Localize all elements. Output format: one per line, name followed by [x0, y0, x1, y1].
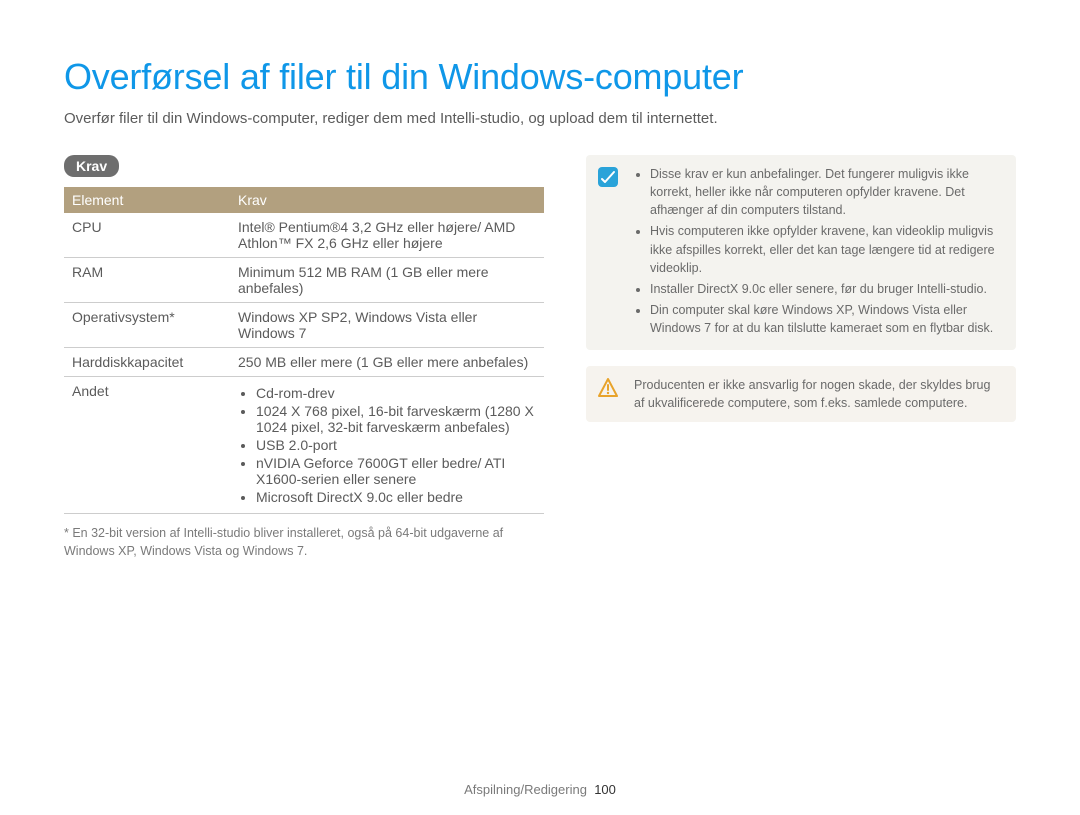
table-row: Harddiskkapacitet 250 MB eller mere (1 G…: [64, 348, 544, 377]
page-title: Overførsel af filer til din Windows-comp…: [64, 56, 1016, 98]
table-row: Andet Cd-rom-drev 1024 X 768 pixel, 16-b…: [64, 377, 544, 514]
cell-value: 250 MB eller mere (1 GB eller mere anbef…: [230, 348, 544, 377]
note-item: Installer DirectX 9.0c eller senere, før…: [650, 280, 1002, 298]
footer-page-number: 100: [594, 782, 616, 797]
cell-label: Andet: [64, 377, 230, 514]
warning-icon: [596, 376, 620, 400]
table-row: CPU Intel® Pentium®4 3,2 GHz eller højer…: [64, 213, 544, 258]
cell-value: Cd-rom-drev 1024 X 768 pixel, 16-bit far…: [230, 377, 544, 514]
page-footer: Afspilning/Redigering 100: [0, 782, 1080, 797]
list-item: 1024 X 768 pixel, 16-bit farveskærm (128…: [256, 403, 536, 435]
cell-value: Minimum 512 MB RAM (1 GB eller mere anbe…: [230, 258, 544, 303]
intro-text: Overfør filer til din Windows-computer, …: [64, 110, 1016, 127]
cell-value: Windows XP SP2, Windows Vista eller Wind…: [230, 303, 544, 348]
cell-value: Intel® Pentium®4 3,2 GHz eller højere/ A…: [230, 213, 544, 258]
table-header-krav: Krav: [230, 187, 544, 213]
list-item: Cd-rom-drev: [256, 385, 536, 401]
table-row: Operativsystem* Windows XP SP2, Windows …: [64, 303, 544, 348]
note-item: Disse krav er kun anbefalinger. Det fung…: [650, 165, 1002, 219]
cell-label: Harddiskkapacitet: [64, 348, 230, 377]
table-row: RAM Minimum 512 MB RAM (1 GB eller mere …: [64, 258, 544, 303]
cell-label: RAM: [64, 258, 230, 303]
cell-label: Operativsystem*: [64, 303, 230, 348]
list-item: nVIDIA Geforce 7600GT eller bedre/ ATI X…: [256, 455, 536, 487]
list-item: Microsoft DirectX 9.0c eller bedre: [256, 489, 536, 505]
table-footnote: * En 32-bit version af Intelli-studio bl…: [64, 524, 544, 560]
cell-label: CPU: [64, 213, 230, 258]
footer-section: Afspilning/Redigering: [464, 782, 587, 797]
info-note: Disse krav er kun anbefalinger. Det fung…: [586, 155, 1016, 350]
table-header-element: Element: [64, 187, 230, 213]
warning-text: Producenten er ikke ansvarlig for nogen …: [634, 376, 1002, 412]
section-heading-pill: Krav: [64, 155, 119, 177]
note-icon: [596, 165, 620, 189]
note-item: Hvis computeren ikke opfylder kravene, k…: [650, 222, 1002, 276]
requirements-table: Element Krav CPU Intel® Pentium®4 3,2 GH…: [64, 187, 544, 514]
warning-note: Producenten er ikke ansvarlig for nogen …: [586, 366, 1016, 422]
list-item: USB 2.0-port: [256, 437, 536, 453]
note-item: Din computer skal køre Windows XP, Windo…: [650, 301, 1002, 337]
